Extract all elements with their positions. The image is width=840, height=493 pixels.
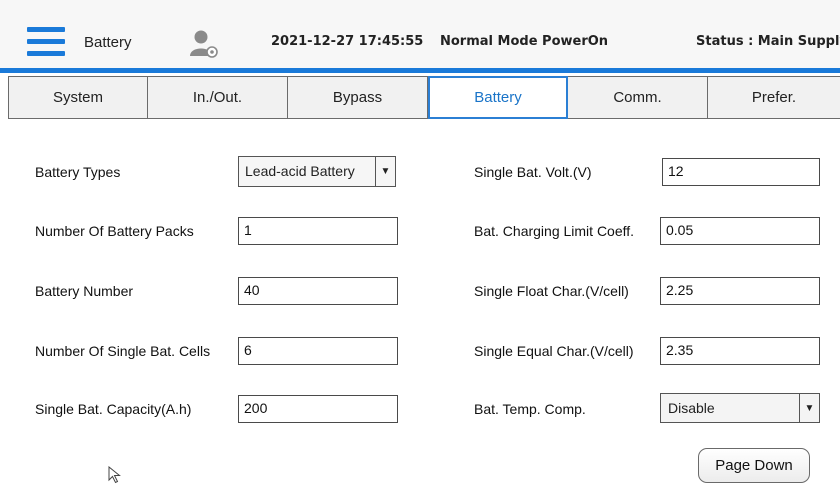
mouse-cursor-icon (108, 466, 121, 484)
single-volt-field[interactable]: 12 (662, 158, 820, 186)
battery-cells-field[interactable]: 6 (238, 337, 398, 365)
float-charge-label: Single Float Char.(V/cell) (474, 283, 629, 299)
equal-charge-field[interactable]: 2.35 (660, 337, 820, 365)
page-down-button[interactable]: Page Down (698, 448, 810, 483)
tab-prefer[interactable]: Prefer. (708, 76, 840, 119)
page-title: Battery (84, 34, 132, 51)
battery-number-field[interactable]: 40 (238, 277, 398, 305)
header-divider (0, 68, 840, 73)
battery-cells-label: Number Of Single Bat. Cells (35, 343, 211, 359)
tab-comm[interactable]: Comm. (568, 76, 708, 119)
battery-types-label: Battery Types (35, 164, 121, 180)
battery-number-label: Battery Number (35, 283, 134, 299)
battery-packs-field[interactable]: 1 (238, 217, 398, 245)
temp-comp-value: Disable (668, 400, 715, 416)
temp-comp-select[interactable]: Disable ▼ (660, 393, 820, 423)
tab-battery[interactable]: Battery (428, 76, 568, 119)
menu-icon[interactable] (27, 27, 65, 57)
single-volt-label: Single Bat. Volt.(V) (474, 164, 592, 180)
battery-types-select[interactable]: Lead-acid Battery ▼ (238, 156, 396, 187)
temp-comp-label: Bat. Temp. Comp. (474, 401, 586, 417)
user-settings-icon[interactable] (188, 28, 218, 58)
battery-types-value: Lead-acid Battery (245, 163, 355, 179)
charging-coeff-label: Bat. Charging Limit Coeff. (474, 223, 635, 239)
mode-display: Normal Mode PowerOn (440, 34, 609, 49)
dropdown-arrow-icon: ▼ (375, 157, 395, 186)
tab-in-out[interactable]: In./Out. (148, 76, 288, 119)
header-bar: Battery 2021-12-27 17:45:55 Normal Mode … (0, 0, 840, 72)
battery-capacity-label: Single Bat. Capacity(A.h) (35, 401, 192, 417)
dropdown-arrow-icon: ▼ (799, 394, 819, 422)
status-display: Status : Main Supply (696, 34, 840, 49)
float-charge-field[interactable]: 2.25 (660, 277, 820, 305)
tab-bypass[interactable]: Bypass (288, 76, 428, 119)
datetime-display: 2021-12-27 17:45:55 (271, 34, 424, 49)
tab-system[interactable]: System (8, 76, 148, 119)
tab-bar: System In./Out. Bypass Battery Comm. Pre… (8, 76, 840, 119)
battery-packs-label: Number Of Battery Packs (35, 223, 194, 239)
battery-capacity-field[interactable]: 200 (238, 395, 398, 423)
equal-charge-label: Single Equal Char.(V/cell) (474, 343, 634, 359)
charging-coeff-field[interactable]: 0.05 (660, 217, 820, 245)
